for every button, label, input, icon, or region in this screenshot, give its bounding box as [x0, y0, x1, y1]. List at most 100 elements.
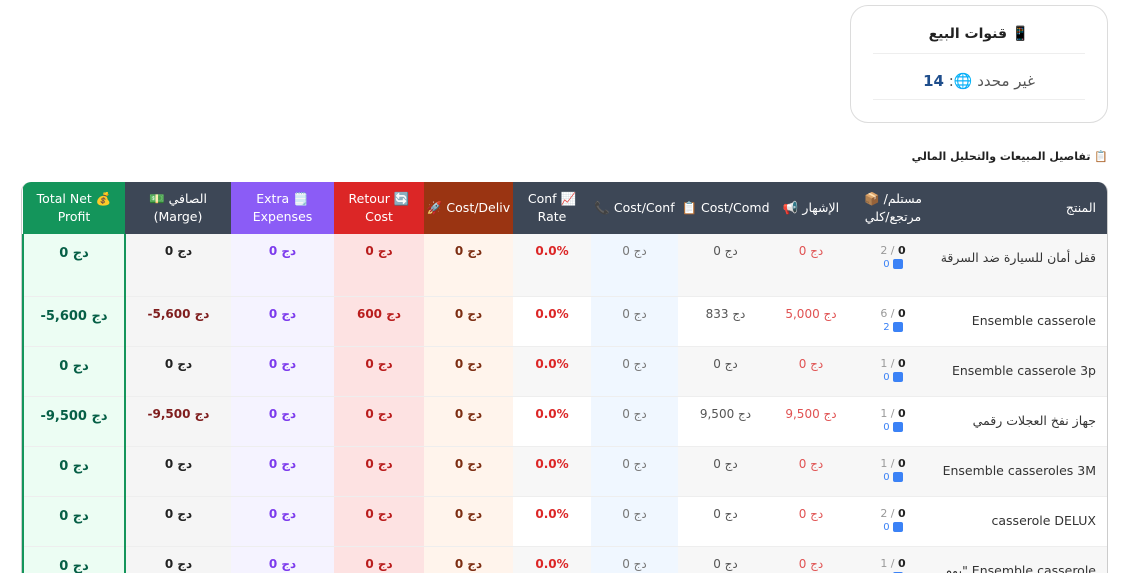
- total-net-profit-cell: 0 دج: [22, 234, 126, 297]
- stats-cell: 1 / 0 0: [849, 346, 937, 397]
- stat-received: 0: [898, 406, 906, 420]
- sales-channels-title: 📱 قنوات البيع: [873, 26, 1085, 54]
- ads-cell: 0 دج: [773, 446, 849, 497]
- product-name-cell: Ensemble casserole 3p: [937, 346, 1107, 397]
- retour-cost-cell: 0 دج: [334, 546, 424, 573]
- stats-cell: 1 / 0 0: [849, 396, 937, 447]
- conf-rate-cell: 0.0%: [513, 346, 591, 397]
- extra-expenses-cell: 0 دج: [231, 546, 334, 573]
- ads-cell: 0 دج: [773, 546, 849, 573]
- product-name-cell: Ensemble casserole: [937, 296, 1107, 347]
- stat-received: 0: [898, 356, 906, 370]
- table-row[interactable]: -5,600 دج -5,600 دج 0 دج 600 دج 0 دج 0.0% 0 دج…: [22, 296, 1107, 347]
- table-row[interactable]: 0 دج 0 دج 0 دج 0 دج 0 دج 0.0% 0 دج 0 دج 0 دج 1 /…: [22, 346, 1107, 397]
- table-row[interactable]: 0 دج 0 دج 0 دج 0 دج 0 دج 0.0% 0 دج 0 دج 0 دج 2 /…: [22, 496, 1107, 547]
- stat-returned: 0: [883, 521, 890, 533]
- conf-rate-cell: 0.0%: [513, 546, 591, 573]
- sales-channels-card: 📱 قنوات البيع غير محدد 🌐: 14: [850, 5, 1108, 123]
- stat-returned: 0: [883, 259, 890, 270]
- return-icon: [892, 259, 903, 269]
- ads-cell: 0 دج: [773, 234, 849, 297]
- stat-returned-line: 0: [849, 421, 937, 433]
- table-row[interactable]: -9,500 دج -9,500 دج 0 دج 0 دج 0 دج 0.0% 0 دج 9,…: [22, 396, 1107, 447]
- table-row[interactable]: 0 دج 0 دج 0 دج 0 دج 0 دج 0.0% 0 دج 0 دج 0 دج 1 /…: [22, 446, 1107, 497]
- header-received-returned-total[interactable]: 📦 مستلم/ مرتجع/كلي: [849, 182, 937, 234]
- stat-received-total: 1 / 0: [880, 406, 906, 420]
- ads-cell: 5,000 دج: [773, 296, 849, 347]
- extra-expenses-cell: 0 دج: [231, 296, 334, 347]
- channel-count: 14: [923, 72, 944, 90]
- stats-cell: 2 / 0 0: [849, 496, 937, 547]
- stat-total: 2: [880, 244, 888, 257]
- cost-comd-cell: 833 دج: [678, 296, 773, 347]
- stat-received: 0: [898, 456, 906, 470]
- ads-cell: 0 دج: [773, 496, 849, 547]
- stats-cell: 1 / 0 0: [849, 546, 937, 573]
- marge-cell: 0 دج: [125, 234, 231, 297]
- header-retour-cost[interactable]: Retour 🔄 Cost: [334, 182, 424, 234]
- stat-returned-line: 0: [849, 471, 937, 483]
- total-net-profit-cell: 0 دج: [22, 446, 126, 497]
- header-ads[interactable]: 📢 الإشهار: [773, 182, 849, 234]
- header-conf-rate[interactable]: Conf 📈 Rate: [513, 182, 591, 234]
- stat-total: 2: [880, 506, 888, 520]
- stat-received: 0: [898, 244, 906, 257]
- stat-received-total: 1 / 0: [880, 556, 906, 570]
- conf-rate-cell: 0.0%: [513, 446, 591, 497]
- header-product[interactable]: المنتج: [937, 182, 1107, 234]
- conf-rate-cell: 0.0%: [513, 234, 591, 297]
- marge-cell: 0 دج: [125, 446, 231, 497]
- stats-cell: 1 / 0 0: [849, 446, 937, 497]
- extra-expenses-cell: 0 دج: [231, 234, 334, 297]
- cost-comd-cell: 0 دج: [678, 496, 773, 547]
- marge-cell: -9,500 دج: [125, 396, 231, 447]
- total-net-profit-cell: -9,500 دج: [22, 396, 126, 447]
- stat-returned-line: 0: [849, 259, 937, 270]
- cost-comd-cell: 0 دج: [678, 546, 773, 573]
- marge-cell: 0 دج: [125, 496, 231, 547]
- stat-returned-line: 2: [849, 321, 937, 333]
- header-cost-comd[interactable]: 📋 Cost/Comd: [678, 182, 773, 234]
- cost-comd-cell: 0 دج: [678, 346, 773, 397]
- extra-expenses-cell: 0 دج: [231, 346, 334, 397]
- sales-table-wrapper: Total Net 💰 Profit 💵 الصافي (Marge) Extr…: [21, 182, 1108, 573]
- stats-cell: 2 / 0 0: [849, 234, 937, 297]
- total-net-profit-cell: -5,600 دج: [22, 296, 126, 347]
- return-icon: [892, 371, 903, 382]
- cost-deliv-cell: 0 دج: [424, 234, 513, 297]
- channel-label: غير محدد 🌐:: [948, 72, 1035, 90]
- retour-cost-cell: 0 دج: [334, 446, 424, 497]
- marge-cell: 0 دج: [125, 346, 231, 397]
- extra-expenses-cell: 0 دج: [231, 396, 334, 447]
- return-icon: [892, 421, 903, 432]
- stat-total: 1: [880, 556, 888, 570]
- product-name-cell: قفل أمان للسيارة ضد السرقة: [937, 234, 1107, 297]
- ads-cell: 0 دج: [773, 346, 849, 397]
- retour-cost-cell: 0 دج: [334, 346, 424, 397]
- header-extra-expenses[interactable]: Extra 🗒️ Expenses: [231, 182, 334, 234]
- header-cost-conf[interactable]: 📞 Cost/Conf: [591, 182, 678, 234]
- cost-conf-cell: 0 دج: [591, 496, 678, 547]
- total-net-profit-cell: 0 دج: [22, 496, 126, 547]
- stat-received-total: 1 / 0: [880, 456, 906, 470]
- stat-received: 0: [898, 556, 906, 570]
- stat-received-total: 1 / 0: [880, 356, 906, 370]
- stat-returned: 2: [883, 321, 890, 333]
- cost-conf-cell: 0 دج: [591, 396, 678, 447]
- conf-rate-cell: 0.0%: [513, 396, 591, 447]
- return-icon: [892, 321, 903, 332]
- table-row[interactable]: 0 دج 0 دج 0 دج 0 دج 0 دج 0.0% 0 دج 0 دج 0 دج 1 /…: [22, 546, 1107, 573]
- stat-total: 1: [880, 356, 888, 370]
- retour-cost-cell: 600 دج: [334, 296, 424, 347]
- header-cost-deliv[interactable]: 🚀 Cost/Deliv: [424, 182, 513, 234]
- cost-deliv-cell: 0 دج: [424, 296, 513, 347]
- header-marge[interactable]: 💵 الصافي (Marge): [125, 182, 231, 234]
- stat-total: 6: [880, 306, 888, 320]
- sales-analysis-table: Total Net 💰 Profit 💵 الصافي (Marge) Extr…: [22, 182, 1107, 573]
- stat-received-total: 6 / 0: [880, 306, 906, 320]
- cost-conf-cell: 0 دج: [591, 234, 678, 297]
- return-icon: [892, 521, 903, 532]
- table-row[interactable]: 0 دج 0 دج 0 دج 0 دج 0 دج 0.0% 0 دج 0 دج 0 دج 2 /…: [22, 234, 1107, 297]
- cost-deliv-cell: 0 دج: [424, 396, 513, 447]
- header-total-net-profit[interactable]: Total Net 💰 Profit: [23, 182, 125, 234]
